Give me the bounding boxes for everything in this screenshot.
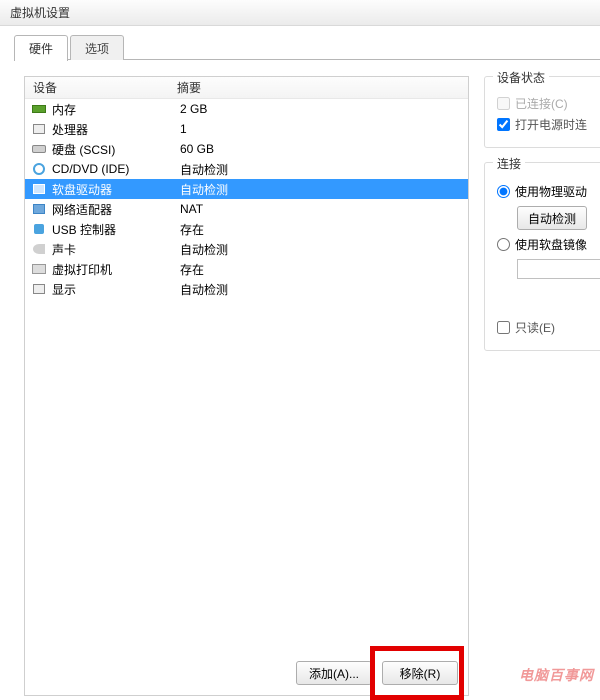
use-physical-input[interactable] <box>497 185 510 198</box>
net-icon <box>31 202 47 216</box>
usb-icon <box>31 222 47 236</box>
device-status-title: 设备状态 <box>493 69 549 86</box>
device-list-header: 设备 摘要 <box>25 77 468 99</box>
tab-panel: 设备 摘要 内存2 GB处理器1硬盘 (SCSI)60 GBCD/DVD (ID… <box>14 59 600 691</box>
mem-icon <box>31 102 47 116</box>
tab-hardware[interactable]: 硬件 <box>14 35 68 61</box>
device-name: 内存 <box>52 101 180 118</box>
dsp-icon <box>31 282 47 296</box>
device-status-group: 设备状态 已连接(C) 打开电源时连 <box>484 76 600 148</box>
image-path-input[interactable] <box>517 259 600 279</box>
device-row[interactable]: CD/DVD (IDE)自动检测 <box>25 159 468 179</box>
tabs-row: 硬件 选项 <box>14 34 600 60</box>
device-row[interactable]: 网络适配器NAT <box>25 199 468 219</box>
use-image-radio[interactable]: 使用软盘镜像 <box>497 236 600 253</box>
connection-title: 连接 <box>493 155 525 172</box>
cd-icon <box>31 162 47 176</box>
device-name: USB 控制器 <box>52 221 180 238</box>
use-image-input[interactable] <box>497 238 510 251</box>
device-summary: 存在 <box>180 261 468 278</box>
device-summary: 60 GB <box>180 142 468 156</box>
device-name: 软盘驱动器 <box>52 181 180 198</box>
device-summary: 自动检测 <box>180 181 468 198</box>
snd-icon <box>31 242 47 256</box>
device-summary: 存在 <box>180 221 468 238</box>
device-summary: 自动检测 <box>180 161 468 178</box>
watermark: 电脑百事网 <box>519 665 594 685</box>
hdd-icon <box>31 142 47 156</box>
device-row[interactable]: 软盘驱动器自动检测 <box>25 179 468 199</box>
device-row[interactable]: 硬盘 (SCSI)60 GB <box>25 139 468 159</box>
device-summary: 1 <box>180 122 468 136</box>
window-title: 虚拟机设置 <box>10 6 70 20</box>
device-summary: NAT <box>180 202 468 216</box>
device-row[interactable]: 声卡自动检测 <box>25 239 468 259</box>
device-summary: 自动检测 <box>180 281 468 298</box>
connect-on-power-checkbox[interactable]: 打开电源时连 <box>497 116 600 133</box>
device-name: 网络适配器 <box>52 201 180 218</box>
prn-icon <box>31 262 47 276</box>
device-name: 处理器 <box>52 121 180 138</box>
device-row[interactable]: 虚拟打印机存在 <box>25 259 468 279</box>
use-physical-radio[interactable]: 使用物理驱动 <box>497 183 600 200</box>
col-summary[interactable]: 摘要 <box>177 79 468 96</box>
connect-on-power-input[interactable] <box>497 118 510 131</box>
device-row[interactable]: 显示自动检测 <box>25 279 468 299</box>
device-summary: 自动检测 <box>180 241 468 258</box>
device-list-frame: 设备 摘要 内存2 GB处理器1硬盘 (SCSI)60 GBCD/DVD (ID… <box>24 76 469 696</box>
device-row[interactable]: 内存2 GB <box>25 99 468 119</box>
cpu-icon <box>31 122 47 136</box>
window-titlebar: 虚拟机设置 <box>0 0 600 26</box>
device-row[interactable]: USB 控制器存在 <box>25 219 468 239</box>
connected-checkbox-input <box>497 97 510 110</box>
read-only-checkbox[interactable]: 只读(E) <box>497 319 600 336</box>
connection-group: 连接 使用物理驱动 自动检测 使用软盘镜像 创 <box>484 162 600 351</box>
device-list[interactable]: 内存2 GB处理器1硬盘 (SCSI)60 GBCD/DVD (IDE)自动检测… <box>25 99 468 299</box>
device-name: 硬盘 (SCSI) <box>52 141 180 158</box>
auto-detect-dropdown[interactable]: 自动检测 <box>517 206 587 230</box>
device-summary: 2 GB <box>180 102 468 116</box>
read-only-input[interactable] <box>497 321 510 334</box>
device-name: CD/DVD (IDE) <box>52 162 180 176</box>
add-button[interactable]: 添加(A)... <box>296 661 372 685</box>
device-name: 虚拟打印机 <box>52 261 180 278</box>
device-row[interactable]: 处理器1 <box>25 119 468 139</box>
remove-button[interactable]: 移除(R) <box>382 661 458 685</box>
connected-checkbox: 已连接(C) <box>497 95 600 112</box>
fd-icon <box>31 182 47 196</box>
right-pane: 设备状态 已连接(C) 打开电源时连 连接 使用物理驱动 自动检测 <box>484 76 600 365</box>
tab-options[interactable]: 选项 <box>70 35 124 60</box>
device-name: 声卡 <box>52 241 180 258</box>
device-name: 显示 <box>52 281 180 298</box>
col-device[interactable]: 设备 <box>25 79 177 96</box>
